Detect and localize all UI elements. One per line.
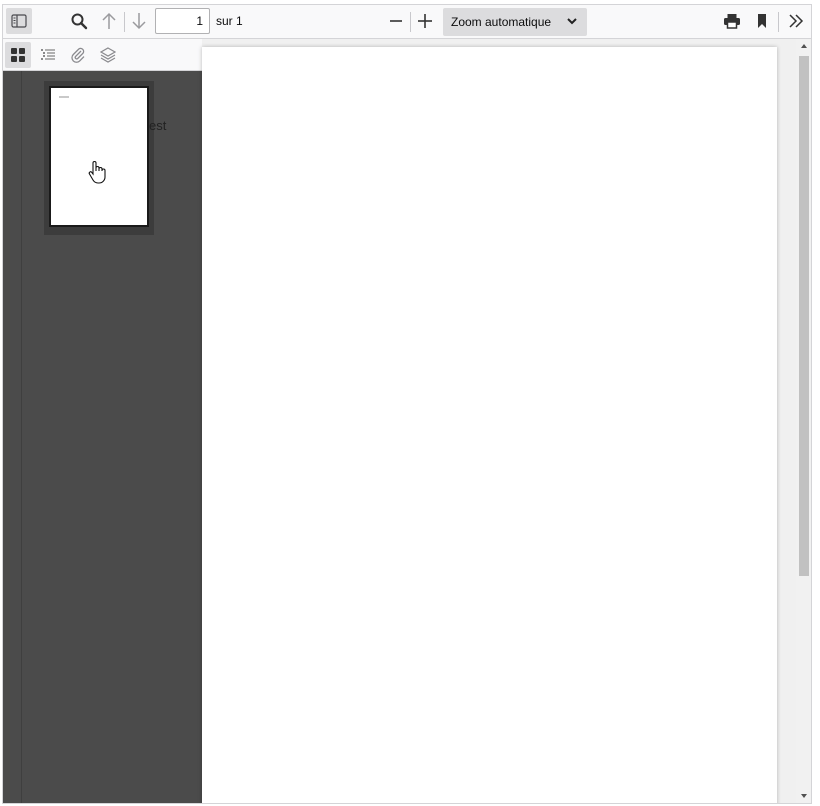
toolbar: sur 1 Zoom automatique	[3, 5, 811, 39]
scroll-up-arrow-icon[interactable]	[800, 43, 808, 49]
tab-outline[interactable]	[35, 42, 61, 68]
tab-thumbnails[interactable]	[5, 42, 31, 68]
next-page-button[interactable]	[127, 8, 151, 34]
minus-icon	[390, 20, 402, 22]
thumbnail-text-line	[59, 96, 69, 98]
pdf-viewer-window: sur 1 Zoom automatique	[2, 4, 812, 804]
double-chevron-right-icon	[789, 14, 804, 28]
zoom-select-value: Zoom automatique	[451, 15, 552, 29]
sidebar-tabs	[3, 39, 202, 71]
print-button[interactable]	[720, 8, 744, 34]
zoom-select[interactable]: Zoom automatique	[443, 8, 587, 36]
outline-icon	[41, 49, 55, 60]
printer-icon	[724, 14, 740, 29]
bookmark-button[interactable]	[750, 8, 774, 34]
page-count-label: sur 1	[216, 14, 243, 28]
plus-icon	[418, 14, 432, 28]
attachments-icon	[71, 47, 85, 63]
hand-cursor-icon	[88, 161, 106, 184]
search-icon	[71, 13, 88, 30]
chevron-down-icon	[567, 18, 577, 25]
tab-layers[interactable]	[95, 42, 121, 68]
page-number-input[interactable]	[155, 8, 210, 34]
arrow-down-icon	[132, 13, 146, 30]
tab-attachments[interactable]	[65, 42, 91, 68]
sidebar-icon	[11, 14, 27, 28]
sidebar-toggle-button[interactable]	[6, 8, 32, 34]
find-button[interactable]	[66, 8, 92, 34]
layers-icon	[100, 47, 116, 63]
toolbar-separator	[778, 12, 779, 32]
arrow-up-icon	[102, 12, 116, 29]
page-thumbnail[interactable]	[49, 86, 149, 227]
bookmark-icon	[758, 14, 766, 28]
zoom-in-button[interactable]	[413, 8, 437, 34]
thumbnails-icon	[11, 48, 25, 62]
toolbar-separator	[124, 12, 125, 32]
toolbar-separator	[410, 12, 411, 32]
thumbnail-overflow-text: est	[149, 118, 167, 133]
scrollbar-thumb[interactable]	[799, 56, 809, 576]
pdf-page	[202, 47, 777, 803]
sidebar-divider	[21, 39, 22, 803]
scroll-down-arrow-icon[interactable]	[800, 793, 808, 799]
zoom-out-button[interactable]	[384, 8, 408, 34]
tools-button[interactable]	[784, 8, 808, 34]
previous-page-button[interactable]	[97, 8, 121, 34]
